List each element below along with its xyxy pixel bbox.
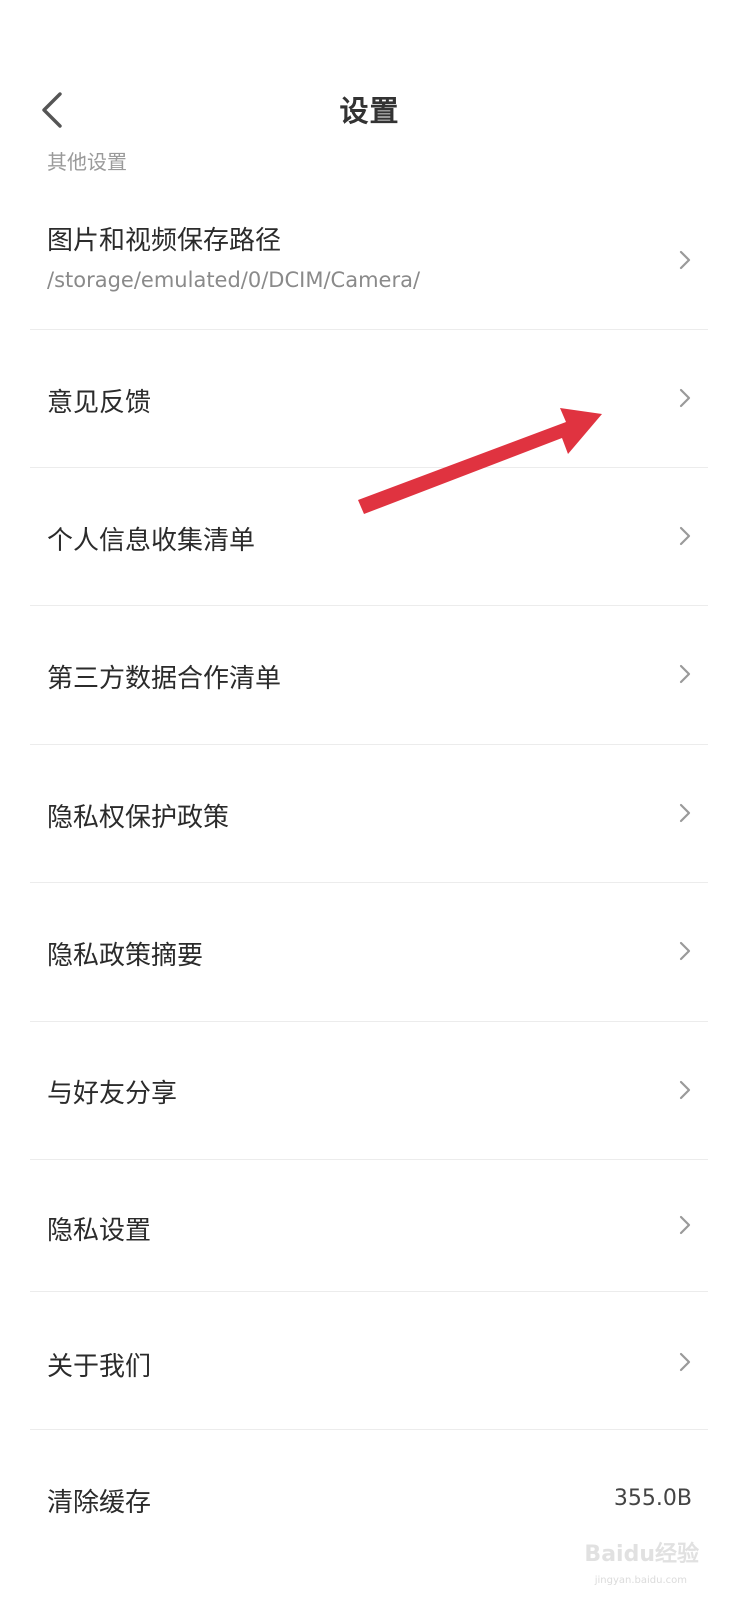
list-item-label: 第三方数据合作清单	[47, 664, 282, 694]
list-item-privacy-settings[interactable]: 隐私设置	[30, 1160, 708, 1292]
chevron-right-icon	[679, 1080, 691, 1100]
list-item-share[interactable]: 与好友分享	[30, 1022, 708, 1160]
cache-size-value: 355.0B	[613, 1486, 692, 1511]
list-item-label: 与好友分享	[47, 1079, 178, 1109]
list-item-clear-cache[interactable]: 清除缓存 355.0B	[30, 1430, 708, 1570]
list-item-about[interactable]: 关于我们	[30, 1292, 708, 1430]
save-path-value: /storage/emulated/0/DCIM/Camera/	[47, 268, 421, 292]
list-item-label: 隐私权保护政策	[47, 803, 230, 833]
chevron-right-icon	[679, 803, 691, 823]
top-bar: 设置	[0, 60, 739, 160]
chevron-right-icon	[679, 250, 691, 270]
list-item-privacy-policy[interactable]: 隐私权保护政策	[30, 745, 708, 883]
list-item-save-path[interactable]: 图片和视频保存路径 /storage/emulated/0/DCIM/Camer…	[30, 190, 708, 330]
list-item-label: 图片和视频保存路径	[47, 226, 282, 256]
list-item-label: 隐私政策摘要	[47, 941, 204, 971]
chevron-right-icon	[679, 388, 691, 408]
list-item-label: 个人信息收集清单	[47, 526, 256, 556]
section-label: 其他设置	[47, 150, 127, 174]
list-item-feedback[interactable]: 意见反馈	[30, 330, 708, 468]
chevron-right-icon	[679, 526, 691, 546]
list-item-label: 清除缓存	[47, 1488, 152, 1518]
chevron-right-icon	[679, 664, 691, 684]
watermark-url: jingyan.baidu.com	[594, 1575, 687, 1586]
list-item-personal-info[interactable]: 个人信息收集清单	[30, 468, 708, 606]
chevron-right-icon	[679, 941, 691, 961]
list-item-third-party[interactable]: 第三方数据合作清单	[30, 606, 708, 745]
list-item-privacy-summary[interactable]: 隐私政策摘要	[30, 883, 708, 1022]
chevron-right-icon	[679, 1215, 691, 1235]
page-title: 设置	[339, 94, 400, 128]
settings-list: 图片和视频保存路径 /storage/emulated/0/DCIM/Camer…	[30, 190, 708, 1570]
list-item-label: 关于我们	[47, 1352, 152, 1382]
chevron-right-icon	[679, 1352, 691, 1372]
list-item-label: 隐私设置	[47, 1216, 152, 1246]
list-item-label: 意见反馈	[47, 388, 152, 418]
